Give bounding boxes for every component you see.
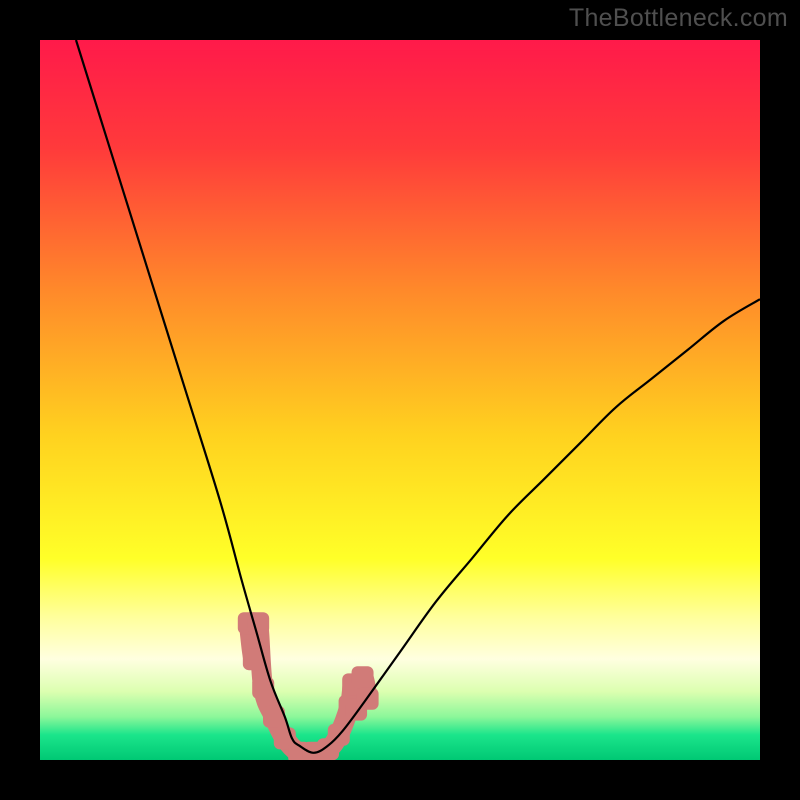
plot-area [40,40,760,760]
chart-frame: TheBottleneck.com [0,0,800,800]
watermark-text: TheBottleneck.com [569,4,788,33]
chart-overlay [40,40,760,760]
optimal-range-marker [238,612,379,760]
bottleneck-curve [76,40,760,753]
